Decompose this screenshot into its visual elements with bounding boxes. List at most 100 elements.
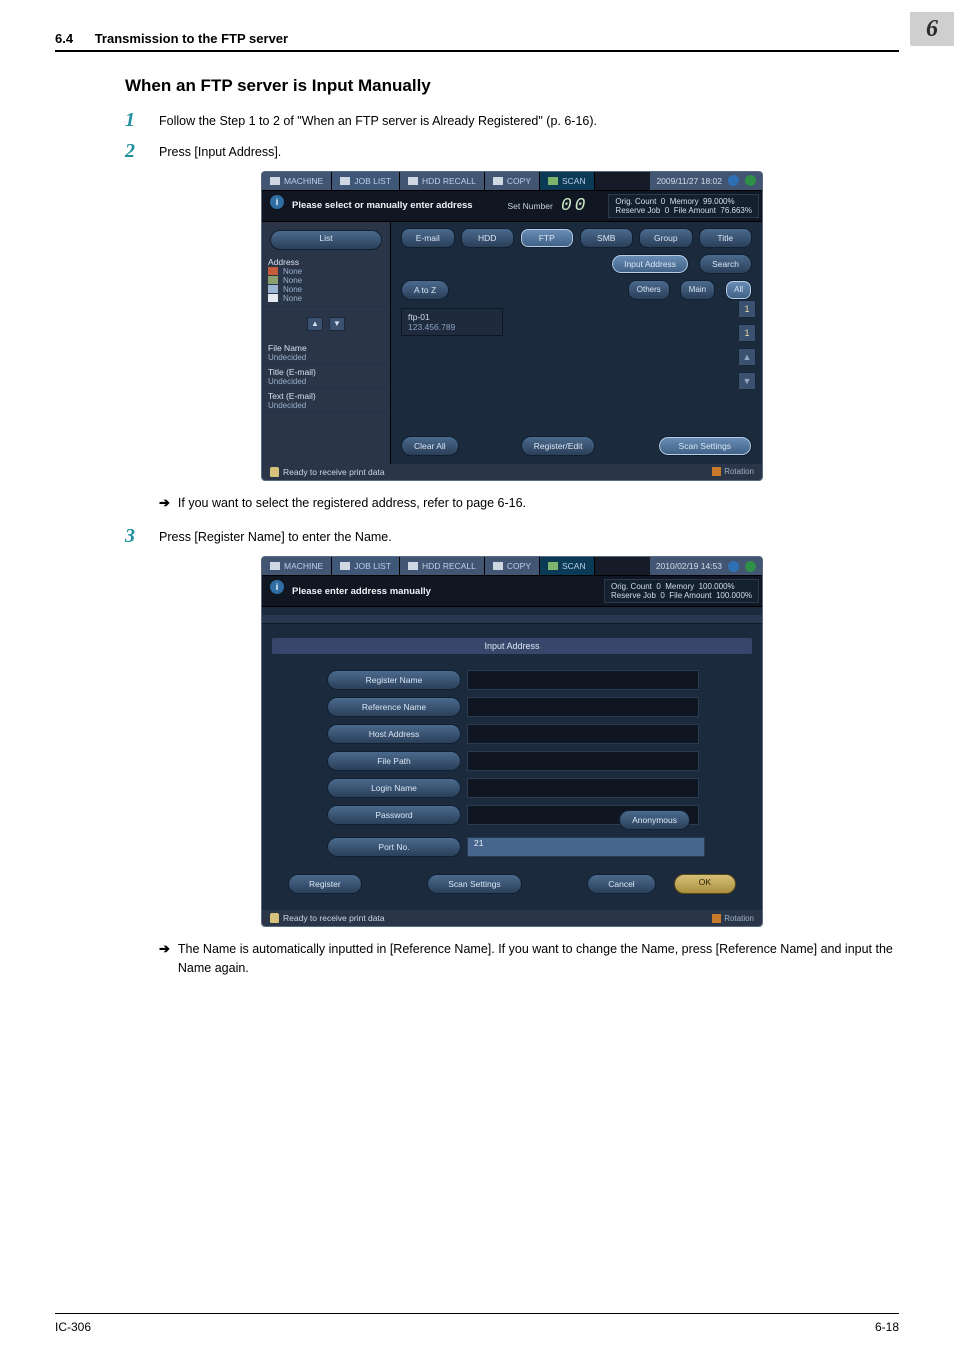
status-text: Ready to receive print data [283,913,385,923]
info-icon: i [270,580,284,594]
login-name-button[interactable]: Login Name [327,778,461,798]
page-indicator-top: 1 [738,300,756,318]
tab-copy[interactable]: COPY [485,557,540,575]
down-button[interactable]: ▼ [329,317,345,331]
password-button[interactable]: Password [327,805,461,825]
address-card[interactable]: ftp-01 123.456.789 [401,308,503,336]
tab-ftp[interactable]: FTP [520,228,574,248]
port-no-button[interactable]: Port No. [327,837,461,857]
page-down-button[interactable]: ▼ [738,372,756,390]
up-button[interactable]: ▲ [307,317,323,331]
panel-title: Input Address [272,638,752,654]
port-no-field[interactable]: 21 [467,837,705,857]
footer-right: 6-18 [875,1320,899,1334]
left-sidebar: List Address None None None None ▲ ▼ Fil… [262,222,391,464]
title-bar: MACHINE JOB LIST HDD RECALL COPY SCAN 20… [262,557,762,576]
set-number-value: 00 [561,196,589,216]
tab-title[interactable]: Title [699,228,753,248]
status-bar: Ready to receive print data Rotation [262,464,762,480]
sidebar-address: Address None None None None [262,254,390,307]
register-button[interactable]: Register [288,874,362,894]
file-path-field[interactable] [467,751,699,771]
clock-area: 2009/11/27 18:02 [650,172,762,190]
host-address-button[interactable]: Host Address [327,724,461,744]
filter-atoz[interactable]: A to Z [401,280,449,300]
ok-button[interactable]: OK [674,874,736,894]
hdd-small-icon [268,276,278,284]
hdd-icon [408,177,418,185]
section-heading: 6.4 Transmission to the FTP server [55,31,288,46]
step-3: 3 Press [Register Name] to enter the Nam… [125,526,899,547]
power-icon[interactable] [728,175,739,186]
tab-hdd[interactable]: HDD [461,228,515,248]
tab-scan[interactable]: SCAN [540,557,595,575]
step-number: 3 [125,526,143,547]
tab-scan[interactable]: SCAN [540,172,595,190]
destination-type-tabs: E-mail HDD FTP SMB Group Title [401,228,752,248]
page-up-button[interactable]: ▲ [738,348,756,366]
tab-hdd-recall[interactable]: HDD RECALL [400,557,485,575]
subsection-title: When an FTP server is Input Manually [125,76,899,96]
list-icon [340,177,350,185]
tab-joblist[interactable]: JOB LIST [332,557,400,575]
section-number: 6.4 [55,31,73,46]
reference-name-button[interactable]: Reference Name [327,697,461,717]
step-3-note: ➔ The Name is automatically inputted in … [159,940,899,978]
ftp-small-icon [268,285,278,293]
host-address-field[interactable] [467,724,699,744]
set-number-label: Set Number [507,201,552,211]
address-card-name: ftp-01 [408,312,496,322]
input-address-button[interactable]: Input Address [611,254,689,274]
power-icon[interactable] [728,561,739,572]
info-icon: i [270,195,284,209]
scan-icon [548,177,558,185]
machine-icon [270,562,280,570]
filter-all[interactable]: All [725,280,752,300]
help-icon[interactable] [745,561,756,572]
anonymous-button[interactable]: Anonymous [619,810,690,830]
arrow-icon: ➔ [159,494,170,512]
login-name-field[interactable] [467,778,699,798]
title-bar: MACHINE JOB LIST HDD RECALL COPY SCAN 20… [262,172,762,191]
machine-icon [270,177,280,185]
tab-joblist[interactable]: JOB LIST [332,172,400,190]
footer-left: IC-306 [55,1320,91,1334]
reference-name-field[interactable] [467,697,699,717]
step-text: Press [Input Address]. [159,143,899,162]
lock-icon [270,913,279,923]
filter-main[interactable]: Main [680,280,715,300]
help-icon[interactable] [745,175,756,186]
cancel-button[interactable]: Cancel [587,874,655,894]
right-pane: E-mail HDD FTP SMB Group Title Input Add… [391,222,762,464]
chapter-number: 6 [926,16,938,43]
rotation-indicator: Rotation [712,467,754,476]
hdd-icon [408,562,418,570]
status-panel: Orig. Count 0 Memory 100.000% Reserve Jo… [604,579,759,603]
tab-group[interactable]: Group [639,228,693,248]
register-name-button[interactable]: Register Name [327,670,461,690]
main-body: List Address None None None None ▲ ▼ Fil… [262,222,762,464]
form: Register Name Reference Name Host Addres… [327,670,752,857]
tab-email[interactable]: E-mail [401,228,455,248]
step-text: Press [Register Name] to enter the Name. [159,528,899,547]
file-path-button[interactable]: File Path [327,751,461,771]
address-card-ip: 123.456.789 [408,322,496,332]
tab-machine[interactable]: MACHINE [262,172,332,190]
filter-others[interactable]: Others [628,280,670,300]
scan-settings-button[interactable]: Scan Settings [658,436,752,456]
register-edit-button[interactable]: Register/Edit [521,436,596,456]
list-button[interactable]: List [270,230,382,250]
lock-icon [270,467,279,477]
tab-hdd-recall[interactable]: HDD RECALL [400,172,485,190]
search-button[interactable]: Search [699,254,752,274]
tab-smb[interactable]: SMB [580,228,634,248]
info-bar: i Please select or manually enter addres… [262,191,762,222]
scan-settings-button[interactable]: Scan Settings [427,874,521,894]
tab-copy[interactable]: COPY [485,172,540,190]
clear-all-button[interactable]: Clear All [401,436,459,456]
mail-icon [268,267,278,275]
register-name-field[interactable] [467,670,699,690]
tab-machine[interactable]: MACHINE [262,557,332,575]
arrow-icon: ➔ [159,940,170,958]
bottom-bar: Register Scan Settings Cancel OK [272,864,752,898]
